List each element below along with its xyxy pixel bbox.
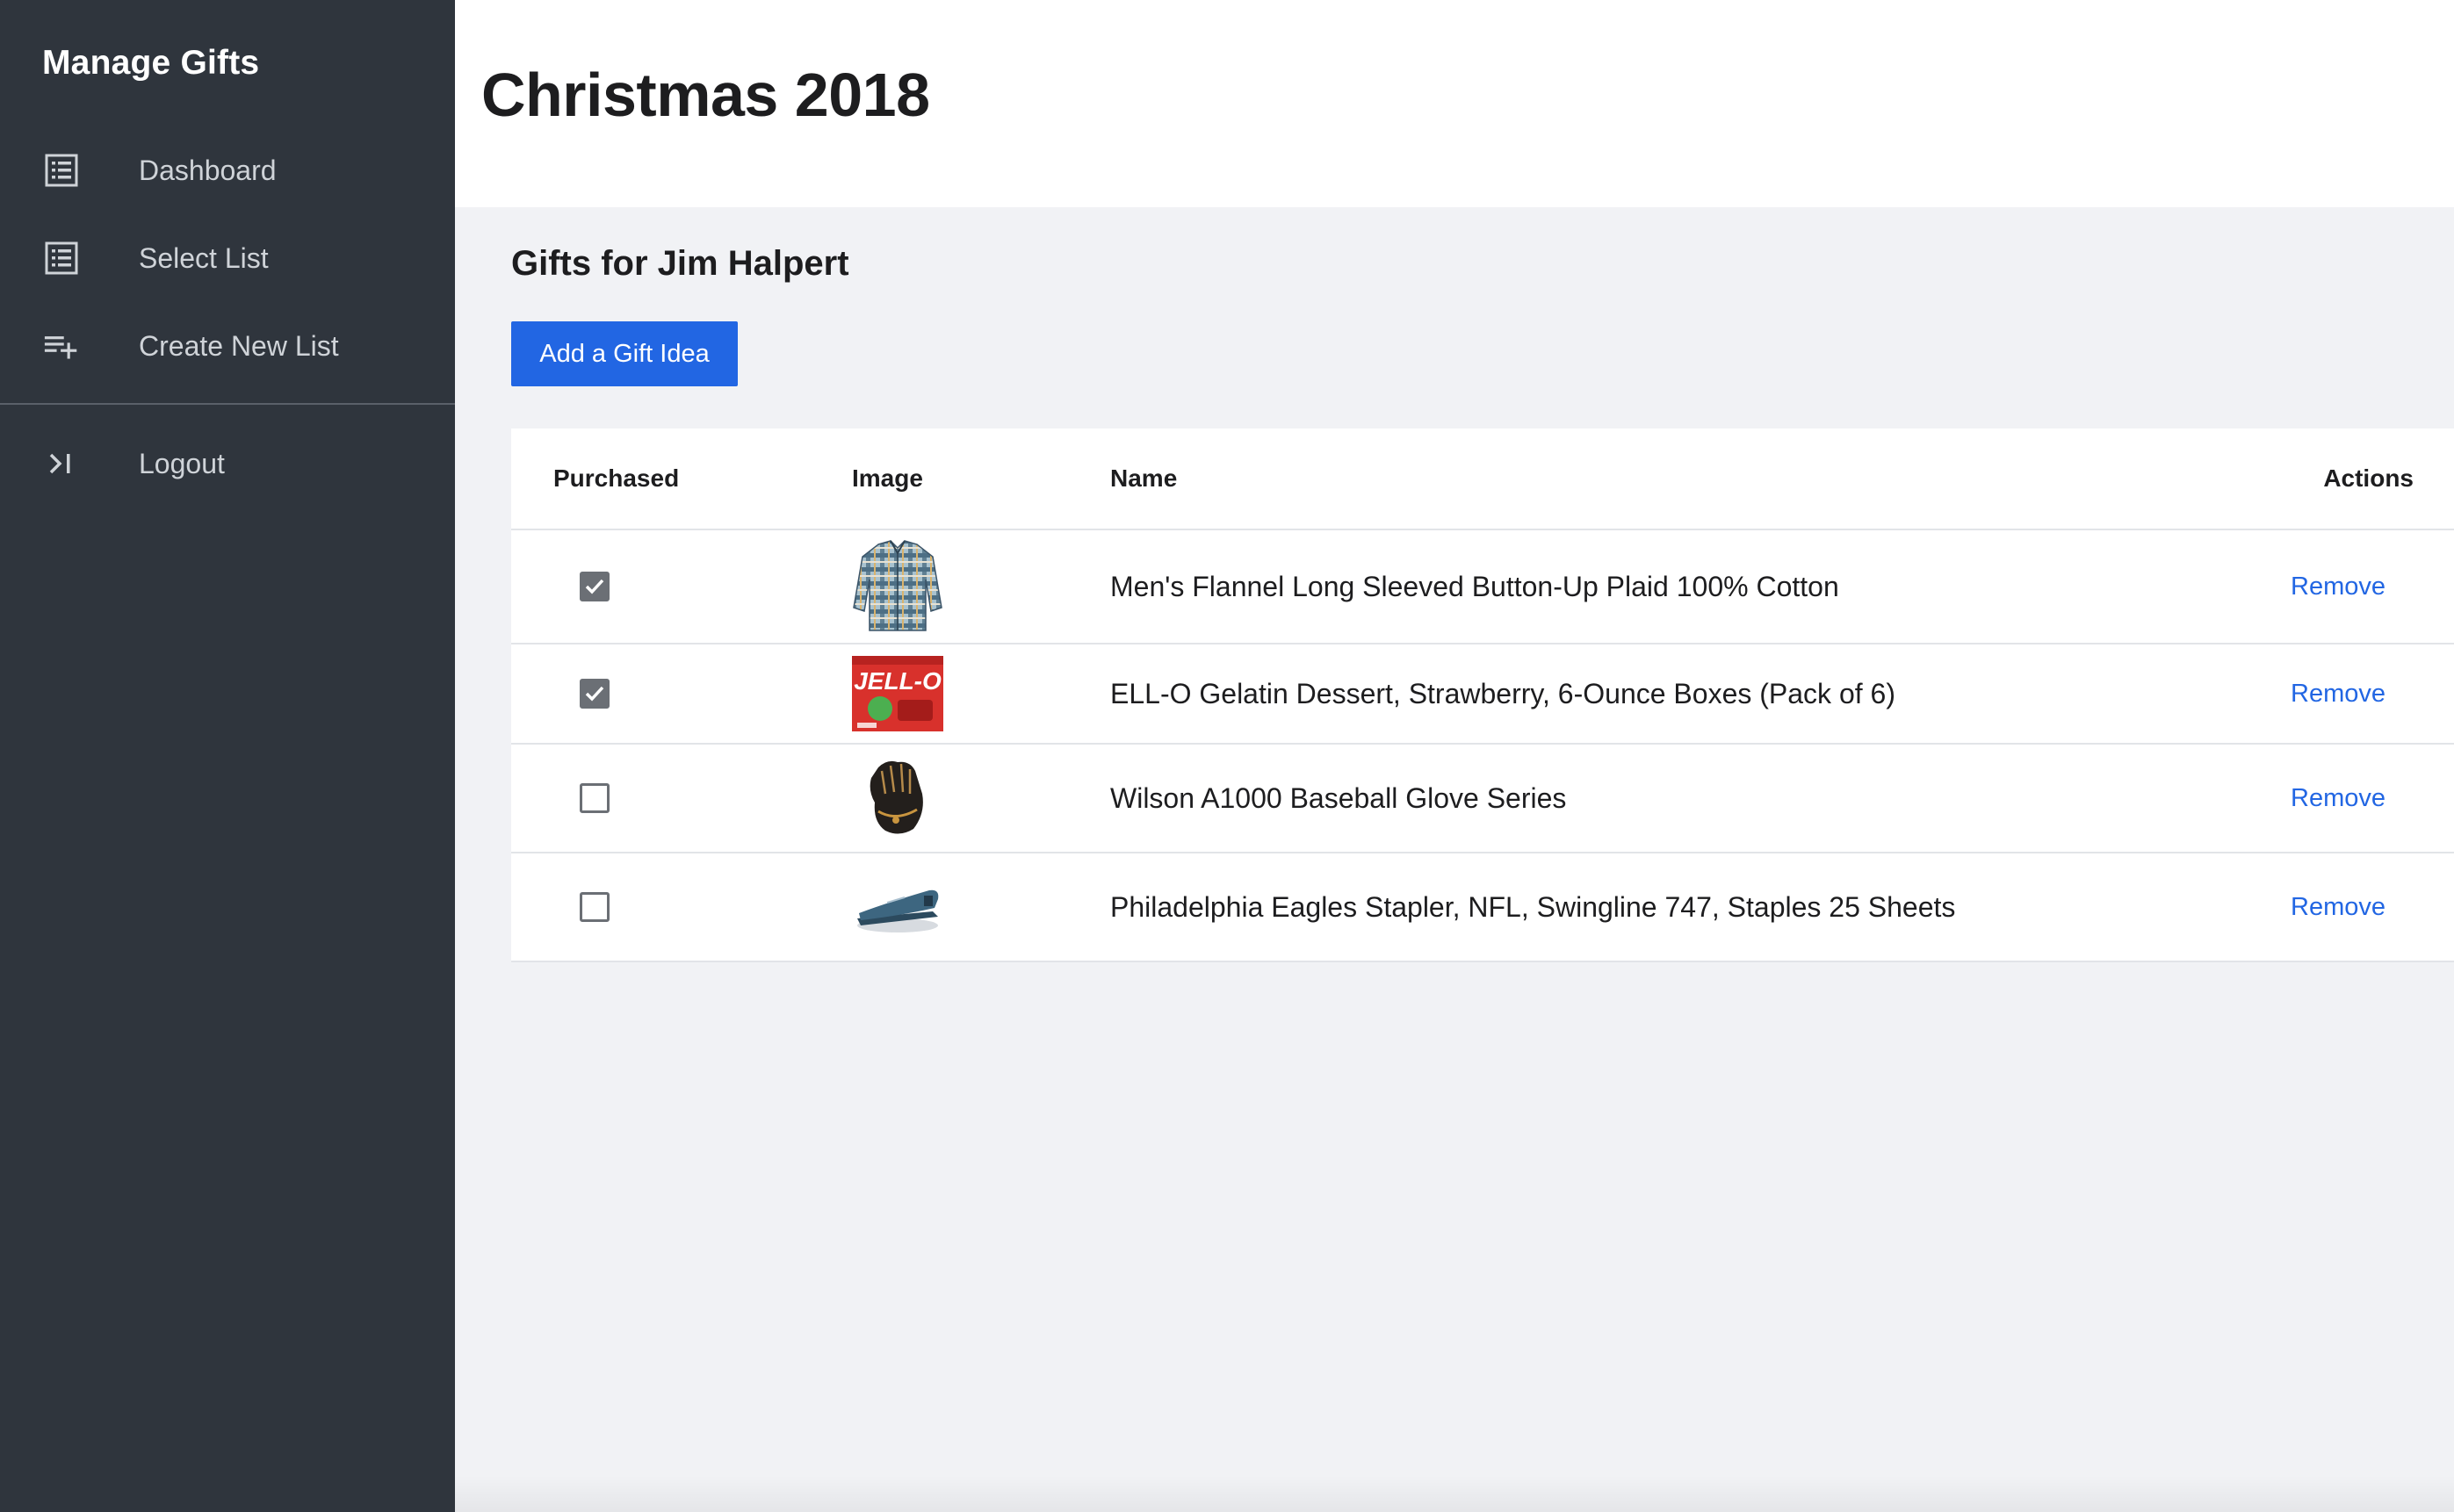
- purchased-cell: [580, 745, 610, 852]
- gift-name: ELL-O Gelatin Dessert, Strawberry, 6-Oun…: [1110, 677, 1895, 709]
- table-row: Philadelphia Eagles Stapler, NFL, Swingl…: [511, 853, 2454, 962]
- remove-link[interactable]: Remove: [2291, 784, 2385, 813]
- svg-text:JELL-O: JELL-O: [854, 667, 942, 695]
- table-row: JELL-O ELL-O Gelatin Dessert, Strawberry…: [511, 644, 2454, 745]
- actions-cell: Remove: [2291, 745, 2385, 852]
- list-icon: [44, 153, 79, 188]
- name-cell: Wilson A1000 Baseball Glove Series: [1110, 745, 1566, 852]
- purchased-checkbox[interactable]: [580, 892, 610, 922]
- purchased-cell: [580, 644, 610, 743]
- app-root: Manage Gifts Dashboard Select List Creat…: [0, 0, 2454, 1512]
- sidebar-item-label: Logout: [139, 447, 225, 479]
- logout-icon: [44, 446, 79, 481]
- sidebar-item-logout[interactable]: Logout: [0, 430, 455, 497]
- name-cell: Philadelphia Eagles Stapler, NFL, Swingl…: [1110, 853, 1955, 961]
- actions-cell: Remove: [2291, 644, 2385, 743]
- table-row: Men's Flannel Long Sleeved Button-Up Pla…: [511, 530, 2454, 644]
- add-gift-idea-button[interactable]: Add a Gift Idea: [511, 321, 738, 386]
- table-header: Purchased Image Name Actions: [511, 428, 2454, 530]
- purchased-checkbox[interactable]: [580, 783, 610, 813]
- remove-link[interactable]: Remove: [2291, 572, 2385, 601]
- gifts-table: Purchased Image Name Actions Men's Flann…: [511, 428, 2454, 962]
- main-content: Gifts for Jim Halpert Add a Gift Idea Pu…: [455, 207, 2454, 1512]
- image-cell: JELL-O: [852, 644, 943, 743]
- actions-cell: Remove: [2291, 853, 2385, 961]
- stapler-image: [852, 861, 943, 953]
- gift-name: Wilson A1000 Baseball Glove Series: [1110, 781, 1567, 814]
- page-title: Christmas 2018: [481, 61, 930, 129]
- image-cell: [852, 530, 943, 643]
- remove-link[interactable]: Remove: [2291, 893, 2385, 922]
- flannel-shirt-image: [852, 540, 943, 632]
- check-icon: [585, 579, 604, 594]
- brand-title: Manage Gifts: [42, 44, 260, 82]
- purchased-cell: [580, 853, 610, 961]
- jello-box-image: JELL-O: [852, 648, 943, 739]
- gift-name: Philadelphia Eagles Stapler, NFL, Swingl…: [1110, 890, 1956, 923]
- image-cell: [852, 745, 943, 852]
- check-icon: [585, 686, 604, 702]
- section-title: Gifts for Jim Halpert: [511, 244, 849, 283]
- column-header-actions: Actions: [2323, 464, 2414, 492]
- sidebar-item-create-new-list[interactable]: Create New List: [0, 313, 455, 379]
- table-row: Wilson A1000 Baseball Glove Series Remov…: [511, 745, 2454, 853]
- purchased-checkbox[interactable]: [580, 679, 610, 709]
- image-cell: [852, 853, 943, 961]
- baseball-glove-image: [852, 752, 943, 844]
- column-header-name: Name: [1110, 464, 1178, 492]
- list-icon: [44, 241, 79, 276]
- sidebar: Manage Gifts Dashboard Select List Creat…: [0, 0, 455, 1512]
- sidebar-divider: [0, 403, 455, 405]
- gift-name: Men's Flannel Long Sleeved Button-Up Pla…: [1110, 570, 1839, 602]
- sidebar-item-dashboard[interactable]: Dashboard: [0, 137, 455, 204]
- purchased-cell: [580, 530, 610, 643]
- playlist-add-icon: [44, 328, 79, 364]
- bottom-scroll-shadow: [455, 1475, 2454, 1512]
- sidebar-item-label: Select List: [139, 241, 269, 274]
- sidebar-item-label: Dashboard: [139, 154, 277, 186]
- page-header: Christmas 2018: [455, 0, 2454, 207]
- actions-cell: Remove: [2291, 530, 2385, 643]
- sidebar-item-select-list[interactable]: Select List: [0, 225, 455, 292]
- purchased-checkbox[interactable]: [580, 572, 610, 601]
- name-cell: Men's Flannel Long Sleeved Button-Up Pla…: [1110, 530, 1839, 643]
- column-header-image: Image: [852, 464, 923, 492]
- name-cell: ELL-O Gelatin Dessert, Strawberry, 6-Oun…: [1110, 644, 1895, 743]
- remove-link[interactable]: Remove: [2291, 680, 2385, 709]
- sidebar-item-label: Create New List: [139, 329, 339, 362]
- column-header-purchased: Purchased: [553, 464, 680, 492]
